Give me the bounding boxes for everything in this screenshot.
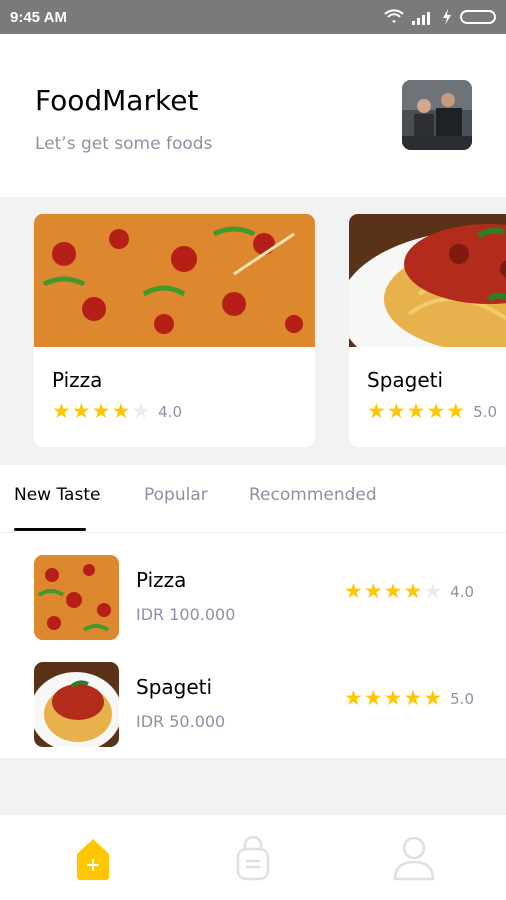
star-icon: ★ (403, 686, 423, 710)
rating-value: 5.0 (473, 402, 497, 421)
star-icon: ★ (383, 579, 403, 603)
wifi-icon (384, 9, 404, 23)
tab-bar: New Taste Popular Recommended (0, 465, 506, 533)
header: FoodMarket Let’s get some foods (0, 34, 506, 197)
tab-new-taste[interactable]: New Taste (14, 485, 100, 505)
featured-carousel[interactable]: Pizza ★ ★ ★ ★ ★ 4.0 Spageti ★ ★ ★ ★ ★ 5.… (0, 197, 506, 465)
list-item-name: Pizza (136, 568, 187, 592)
list-item-price: IDR 100.000 (136, 605, 236, 624)
star-icon: ★ (386, 399, 406, 423)
status-time: 9:45 AM (10, 8, 67, 26)
star-icon: ★ (426, 399, 446, 423)
star-icon: ★ (383, 686, 403, 710)
rating-value: 4.0 (450, 582, 474, 601)
star-icon: ★ (344, 579, 363, 603)
spaghetti-thumbnail (34, 662, 119, 747)
nav-home-button[interactable] (68, 833, 118, 883)
star-icon: ★ (363, 579, 383, 603)
rating-value: 5.0 (450, 689, 474, 708)
bottom-navigation (0, 815, 506, 900)
list-item-name: Spageti (136, 675, 213, 699)
spaghetti-image (349, 214, 506, 347)
food-list: Pizza IDR 100.000 ★ ★ ★ ★ ★ 4.0 Spageti … (0, 533, 506, 758)
battery-icon (460, 10, 496, 24)
star-icon: ★ (367, 399, 386, 423)
bag-icon (236, 835, 270, 881)
list-item-rating: ★ ★ ★ ★ ★ 5.0 (344, 688, 474, 709)
star-icon: ★ (344, 686, 363, 710)
status-bar: 9:45 AM (0, 0, 506, 34)
tab-indicator (14, 528, 86, 531)
page-title: FoodMarket (35, 84, 199, 117)
food-card-name: Spageti (367, 368, 444, 392)
list-item-price: IDR 50.000 (136, 712, 226, 731)
star-empty-icon: ★ (131, 399, 151, 423)
pizza-thumbnail (34, 555, 119, 640)
list-item-rating: ★ ★ ★ ★ ★ 4.0 (344, 581, 474, 602)
charging-icon (443, 9, 451, 25)
food-card-rating: ★ ★ ★ ★ ★ 5.0 (367, 401, 497, 422)
star-icon: ★ (71, 399, 91, 423)
star-empty-icon: ★ (423, 579, 443, 603)
star-icon: ★ (423, 686, 443, 710)
signal-icon (412, 12, 430, 25)
nav-orders-button[interactable] (228, 833, 278, 883)
food-card-rating: ★ ★ ★ ★ ★ 4.0 (52, 401, 182, 422)
star-icon: ★ (446, 399, 466, 423)
pizza-image (34, 214, 315, 347)
food-card[interactable]: Spageti ★ ★ ★ ★ ★ 5.0 (349, 214, 506, 447)
food-card-name: Pizza (52, 368, 103, 392)
tab-popular[interactable]: Popular (144, 485, 208, 505)
profile-avatar[interactable] (402, 80, 472, 150)
nav-profile-button[interactable] (389, 833, 439, 883)
rating-value: 4.0 (158, 402, 182, 421)
star-icon: ★ (91, 399, 111, 423)
profile-icon (393, 836, 435, 881)
rating-stars: ★ ★ ★ ★ ★ (344, 688, 442, 709)
star-icon: ★ (363, 686, 383, 710)
star-icon: ★ (52, 399, 71, 423)
list-item[interactable]: Spageti IDR 50.000 ★ ★ ★ ★ ★ 5.0 (0, 640, 506, 747)
star-icon: ★ (406, 399, 426, 423)
tab-recommended[interactable]: Recommended (249, 485, 377, 505)
rating-stars: ★ ★ ★ ★ ★ (52, 401, 150, 422)
list-item[interactable]: Pizza IDR 100.000 ★ ★ ★ ★ ★ 4.0 (0, 533, 506, 640)
star-icon: ★ (403, 579, 423, 603)
home-icon (77, 839, 109, 880)
page-subtitle: Let’s get some foods (35, 134, 213, 154)
rating-stars: ★ ★ ★ ★ ★ (367, 401, 465, 422)
star-icon: ★ (111, 399, 131, 423)
status-icons (384, 9, 496, 25)
food-card[interactable]: Pizza ★ ★ ★ ★ ★ 4.0 (34, 214, 315, 447)
rating-stars: ★ ★ ★ ★ ★ (344, 581, 442, 602)
